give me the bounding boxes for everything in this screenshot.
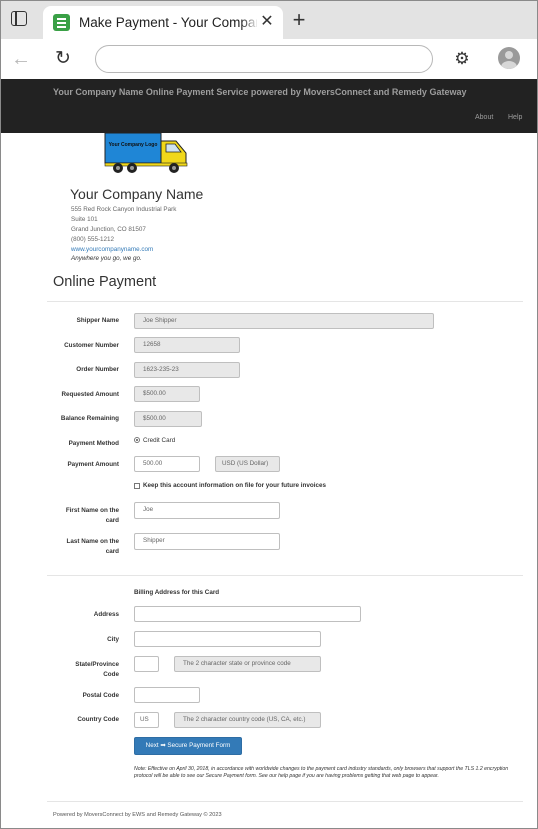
company-phone: (800) 555-1212 — [71, 236, 115, 243]
first-name-label: First Name on the card — [47, 506, 119, 526]
requested-amount-field: $500.00 — [134, 386, 200, 402]
nav-help-link[interactable]: Help — [508, 114, 522, 121]
customer-number-field: 12658 — [134, 337, 240, 353]
page-footer: Powered by MoversConnect by EWS and Reme… — [53, 812, 222, 818]
last-name-label: Last Name on the card — [47, 537, 119, 557]
page-title: Online Payment — [53, 274, 157, 290]
credit-card-radio[interactable] — [134, 437, 140, 443]
shipper-name-label: Shipper Name — [76, 317, 119, 324]
last-name-input[interactable]: Shipper — [134, 533, 280, 550]
divider — [47, 301, 523, 302]
keep-on-file-label: Keep this account information on file fo… — [143, 482, 326, 489]
billing-address-heading: Billing Address for this Card — [134, 589, 220, 596]
profile-avatar-icon[interactable] — [498, 47, 520, 69]
close-tab-icon[interactable]: ✕ — [259, 14, 275, 30]
window-menu-icon[interactable] — [11, 11, 27, 26]
payment-method-label: Payment Method — [68, 440, 119, 447]
state-label-line2: Code — [103, 671, 119, 678]
site-brand[interactable]: Your Company Name Online Payment Service… — [53, 87, 466, 97]
order-number-field: 1623-235-23 — [134, 362, 240, 378]
shipper-name-field: Joe Shipper — [134, 313, 434, 329]
tls-note: Note: Effective on April 30, 2018, in ac… — [134, 766, 509, 779]
postal-code-label: Postal Code — [82, 692, 119, 699]
city-label: City — [107, 636, 119, 643]
city-input[interactable] — [134, 631, 321, 647]
state-label: State/Province Code — [47, 660, 119, 680]
site-navbar: Your Company Name Online Payment Service… — [1, 79, 537, 133]
extensions-puzzle-icon[interactable]: ⚙ — [452, 49, 472, 69]
company-logo-truck: Your Company Logo — [104, 133, 188, 173]
address-input[interactable] — [134, 606, 361, 622]
credit-card-option-label: Credit Card — [143, 437, 176, 444]
balance-remaining-label: Balance Remaining — [60, 415, 119, 422]
payment-amount-label: Payment Amount — [67, 461, 119, 468]
address-bar[interactable] — [95, 45, 433, 73]
tab-title: Make Payment - Your Company Name — [79, 15, 257, 30]
country-code-input[interactable]: US — [134, 712, 159, 728]
address-label: Address — [93, 611, 119, 618]
back-arrow-icon[interactable]: ← — [11, 49, 33, 69]
order-number-label: Order Number — [76, 366, 119, 373]
company-name: Your Company Name — [70, 186, 204, 202]
divider — [47, 575, 523, 576]
site-favicon-icon — [53, 14, 70, 31]
state-code-input[interactable] — [134, 656, 159, 672]
payment-amount-input[interactable]: 500.00 — [134, 456, 200, 472]
first-name-input[interactable]: Joe — [134, 502, 280, 519]
address-line-1: 555 Red Rock Canyon Industrial Park — [71, 206, 177, 213]
browser-tab-active[interactable]: Make Payment - Your Company Name ✕ — [43, 6, 283, 40]
address-line-2: Suite 101 — [71, 216, 98, 223]
company-website-link[interactable]: www.yourcompanyname.com — [71, 246, 153, 253]
first-name-label-line1: First Name on the — [65, 507, 119, 514]
address-line-3: Grand Junction, CO 81507 — [71, 226, 146, 233]
customer-number-label: Customer Number — [64, 342, 119, 349]
currency-select[interactable]: USD (US Dollar) — [215, 456, 280, 472]
first-name-label-line2: card — [105, 517, 119, 524]
last-name-label-line1: Last Name on the — [66, 538, 119, 545]
requested-amount-label: Requested Amount — [61, 391, 120, 398]
company-tagline: Anywhere you go, we go. — [71, 255, 142, 262]
state-label-line1: State/Province — [75, 661, 119, 668]
nav-about-link[interactable]: About — [475, 114, 493, 121]
divider — [47, 801, 523, 802]
country-code-hint: The 2 character country code (US, CA, et… — [174, 712, 321, 728]
next-secure-payment-button[interactable]: Next ➡ Secure Payment Form — [134, 737, 242, 755]
reload-icon[interactable]: ↻ — [55, 48, 77, 70]
new-tab-icon[interactable]: + — [289, 9, 309, 31]
state-code-hint: The 2 character state or province code — [174, 656, 321, 672]
browser-toolbar: ← ↻ ⚙ — [1, 39, 537, 79]
keep-on-file-checkbox[interactable] — [134, 483, 140, 489]
balance-remaining-field: $500.00 — [134, 411, 202, 427]
logo-text: Your Company Logo — [109, 142, 158, 148]
country-code-label: Country Code — [77, 716, 119, 723]
tab-title-fade — [241, 12, 259, 34]
browser-tab-bar: Make Payment - Your Company Name ✕ + — [1, 1, 537, 40]
postal-code-input[interactable] — [134, 687, 200, 703]
last-name-label-line2: card — [105, 548, 119, 555]
